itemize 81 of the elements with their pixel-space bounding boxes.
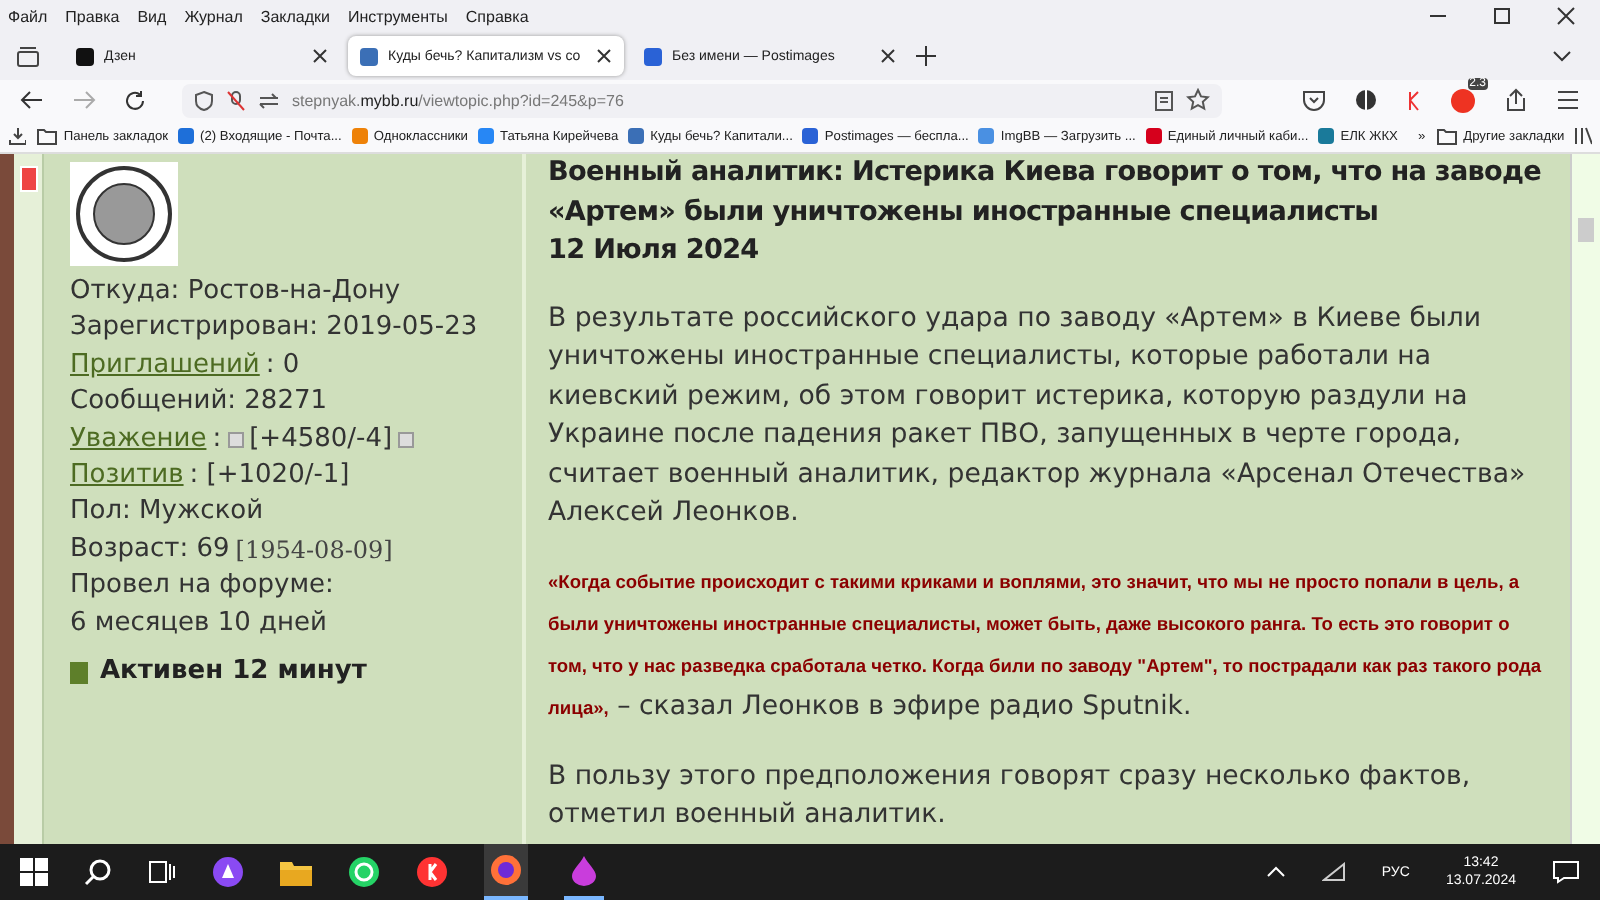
star-icon[interactable] bbox=[1186, 88, 1210, 112]
menu-item[interactable]: Правка bbox=[65, 7, 120, 25]
profile-link[interactable]: Позитив bbox=[70, 458, 184, 495]
site-icon bbox=[1145, 128, 1162, 144]
library-icon[interactable] bbox=[1574, 126, 1592, 146]
menu-item[interactable]: Журнал bbox=[184, 7, 243, 25]
menu-icon[interactable] bbox=[1556, 90, 1580, 110]
pocket-icon[interactable] bbox=[1302, 89, 1326, 111]
import-bookmarks-icon[interactable] bbox=[8, 126, 26, 146]
maximize-icon[interactable] bbox=[1492, 6, 1512, 26]
profile-field: Возраст: 69 bbox=[70, 531, 230, 569]
close-icon[interactable] bbox=[880, 48, 896, 64]
activity-status: Активен 12 минут bbox=[100, 654, 367, 691]
scrollbar[interactable] bbox=[1570, 154, 1600, 844]
drop-icon bbox=[570, 854, 598, 886]
profile-link[interactable]: Уважение bbox=[70, 421, 207, 459]
quote-paragraph: «Когда событие происходит с такими криками и воплями, это значит, что мы не просто попали в цель, а были уничтожены иностранные специалисты, может быть, даже высокого ранга. То есть это говорит о том, что у нас разведка сработала четко. Когда били по заводу "Артем", то пострадали как раз такого рода лица», – сказал Леонков в эфире радио Sputnik. bbox=[548, 569, 1544, 725]
chat-icon[interactable] bbox=[348, 856, 380, 888]
menu-item[interactable]: Справка bbox=[465, 7, 529, 25]
close-icon[interactable] bbox=[312, 48, 328, 64]
close-icon[interactable] bbox=[596, 48, 612, 64]
shield-extension-icon[interactable] bbox=[1354, 88, 1378, 112]
site-icon bbox=[1318, 128, 1335, 144]
reader-view-icon[interactable] bbox=[1154, 89, 1174, 111]
extension-icon[interactable] bbox=[1450, 87, 1476, 113]
site-icon bbox=[76, 47, 94, 65]
post-title: Военный аналитик: Истерика Киева говорит о том, что на заводе «Артем» были уничтожены иностранные специалисты bbox=[548, 154, 1544, 231]
profile-link[interactable]: Приглашений bbox=[70, 347, 260, 385]
menu-item[interactable]: Закладки bbox=[260, 7, 331, 25]
permissions-icon bbox=[258, 91, 280, 109]
site-icon bbox=[628, 128, 645, 144]
task-view-icon[interactable] bbox=[148, 860, 176, 884]
tab-list-icon[interactable] bbox=[16, 45, 40, 67]
profile-field: Зарегистрирован: 2019-05-23 bbox=[70, 310, 522, 348]
profile-field: Сообщений: 28271 bbox=[70, 384, 522, 422]
menu-item[interactable]: Инструменты bbox=[348, 7, 448, 25]
menu-item[interactable]: Вид bbox=[137, 7, 167, 25]
windows-start-icon[interactable] bbox=[20, 858, 48, 886]
assistant-icon[interactable] bbox=[212, 856, 244, 888]
bookmark-flag-icon bbox=[20, 166, 38, 192]
site-icon bbox=[178, 128, 195, 144]
network-icon[interactable] bbox=[1321, 862, 1346, 882]
colon-text: : bbox=[212, 421, 222, 458]
firefox-icon bbox=[490, 854, 522, 886]
birth-date: [1954-08-09] bbox=[235, 533, 393, 568]
site-icon bbox=[978, 128, 995, 144]
close-icon[interactable] bbox=[1556, 6, 1576, 26]
search-icon[interactable] bbox=[84, 858, 112, 886]
share-icon[interactable] bbox=[1504, 88, 1528, 112]
profile-value: [+4580/-4] bbox=[249, 421, 393, 458]
blocked-microphone-icon bbox=[226, 89, 246, 111]
taskbar-app[interactable] bbox=[484, 844, 528, 900]
notification-icon[interactable] bbox=[1552, 860, 1580, 884]
reload-icon[interactable] bbox=[124, 89, 146, 111]
profile-value: : [+1020/-1] bbox=[189, 458, 350, 495]
profile-field: Провел на форуме: 6 месяцев 10 дней bbox=[70, 568, 522, 643]
back-icon[interactable] bbox=[20, 90, 44, 110]
chevron-up-icon[interactable] bbox=[1265, 866, 1286, 878]
profile-value: : 0 bbox=[265, 347, 300, 384]
site-icon bbox=[351, 128, 368, 144]
status-indicator-icon bbox=[70, 661, 88, 684]
folder-icon bbox=[35, 127, 58, 145]
chevron-down-icon[interactable] bbox=[1552, 50, 1572, 62]
folder-icon[interactable] bbox=[280, 859, 312, 885]
site-icon bbox=[477, 128, 494, 144]
shield-icon bbox=[194, 89, 214, 111]
yandex-extension-icon[interactable] bbox=[1406, 89, 1422, 111]
site-icon bbox=[802, 128, 819, 144]
folder-icon bbox=[1435, 127, 1458, 145]
post-paragraph: В пользу этого предположения говорят сразу несколько фактов, отметил военный аналитик. bbox=[548, 759, 1473, 834]
menu-item[interactable]: Файл bbox=[8, 7, 48, 25]
yandex-browser-icon[interactable] bbox=[416, 856, 448, 888]
new-tab-icon[interactable] bbox=[916, 46, 936, 66]
profile-field: Пол: Мужской bbox=[70, 494, 522, 532]
profile-field: Откуда: Ростов-на-Дону bbox=[70, 274, 522, 311]
post-paragraph: В результате российского удара по заводу «Артем» в Киеве были уничтожены иностранные специалисты, которые работали на киевский режим, об этом говорит истерика, которую раздули на Украине после падения ракет ПВО, запущенных в черте города, считает военный аналитик, редактор журнала «Арсенал Отечества» Алексей Леонков. bbox=[548, 301, 1528, 532]
seal-image bbox=[70, 162, 178, 266]
post-date: 12 Июля 2024 bbox=[548, 232, 761, 270]
site-icon bbox=[360, 47, 378, 65]
address-bar[interactable]: stepnyak.mybb.ru/viewtopic.php?id=245&p=76 bbox=[182, 83, 1222, 117]
site-icon bbox=[644, 47, 662, 65]
